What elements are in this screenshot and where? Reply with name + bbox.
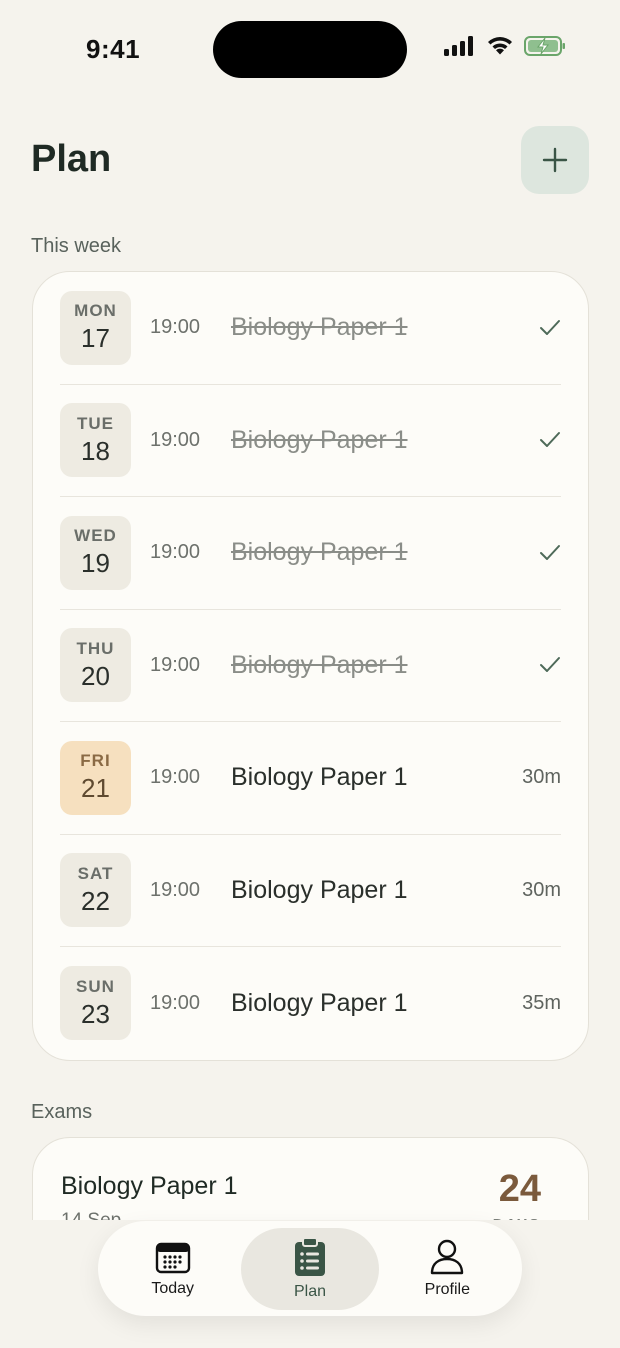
date-badge: WED 19 — [60, 515, 131, 590]
nav-today-label: Today — [151, 1279, 195, 1297]
status-time: 9:41 — [86, 34, 141, 64]
date-weekday: SUN — [76, 976, 115, 996]
status-icons — [444, 36, 566, 56]
battery-charging-icon — [524, 36, 565, 56]
date-day: 19 — [81, 548, 110, 579]
date-day: 17 — [81, 323, 110, 354]
date-day: 18 — [81, 435, 110, 466]
session-title: Biology Paper 1 — [231, 763, 408, 792]
session-duration: 30m — [522, 878, 561, 901]
exam-title: Biology Paper 1 — [61, 1172, 238, 1200]
check-icon — [511, 656, 561, 674]
plus-icon — [542, 147, 568, 173]
page-title: Plan — [31, 138, 112, 180]
week-card: MON 17 19:00 Biology Paper 1 TUE 18 19:0… — [32, 271, 589, 1061]
session-title: Biology Paper 1 — [231, 988, 408, 1017]
session-duration: 30m — [522, 766, 561, 789]
date-badge: SAT 22 — [60, 853, 131, 928]
date-day: 23 — [81, 998, 110, 1029]
session-time: 19:00 — [150, 541, 201, 564]
date-weekday: THU — [76, 638, 115, 658]
nav-profile-label: Profile — [424, 1280, 470, 1298]
session-title: Biology Paper 1 — [231, 538, 408, 567]
check-icon — [511, 431, 561, 449]
plan-row[interactable]: SUN 23 19:00 Biology Paper 1 35m — [60, 947, 561, 1060]
session-time: 19:00 — [150, 428, 201, 451]
calendar-icon — [155, 1242, 190, 1273]
cellular-signal-icon — [444, 36, 473, 56]
session-time: 19:00 — [150, 766, 201, 789]
date-badge-today: FRI 21 — [60, 740, 131, 815]
plan-row[interactable]: SAT 22 19:00 Biology Paper 1 30m — [60, 835, 561, 947]
date-weekday: TUE — [77, 413, 114, 433]
bottom-nav: Today Plan Profile — [98, 1221, 522, 1316]
date-weekday: WED — [74, 526, 117, 546]
plan-row[interactable]: TUE 18 19:00 Biology Paper 1 — [60, 385, 561, 497]
plan-row[interactable]: FRI 21 19:00 Biology Paper 1 30m — [60, 722, 561, 835]
exam-days-count: 24 — [498, 1168, 541, 1210]
section-label-exams: Exams — [31, 1101, 93, 1123]
date-badge: THU 20 — [60, 628, 131, 703]
dynamic-island — [213, 21, 407, 78]
date-weekday: FRI — [80, 751, 111, 771]
date-badge: SUN 23 — [60, 966, 131, 1041]
plan-row[interactable]: THU 20 19:00 Biology Paper 1 — [60, 610, 561, 722]
date-day: 22 — [81, 885, 110, 916]
session-duration: 35m — [522, 991, 561, 1014]
date-badge: MON 17 — [60, 290, 131, 365]
nav-profile[interactable]: Profile — [379, 1228, 516, 1310]
date-weekday: SAT — [77, 863, 114, 883]
plan-row[interactable]: MON 17 19:00 Biology Paper 1 — [60, 272, 561, 385]
check-icon — [511, 544, 561, 562]
session-time: 19:00 — [150, 878, 201, 901]
nav-today[interactable]: Today — [104, 1228, 241, 1310]
session-title: Biology Paper 1 — [231, 650, 408, 679]
nav-plan-label: Plan — [293, 1282, 326, 1300]
date-badge: TUE 18 — [60, 403, 131, 478]
date-day: 20 — [81, 660, 110, 691]
session-title: Biology Paper 1 — [231, 875, 408, 904]
plan-row[interactable]: WED 19 19:00 Biology Paper 1 — [60, 497, 561, 610]
status-bar: 9:41 — [0, 0, 620, 100]
wifi-icon — [488, 37, 512, 55]
session-title: Biology Paper 1 — [231, 313, 408, 342]
section-label-this-week: This week — [31, 235, 122, 257]
check-icon — [511, 319, 561, 337]
session-time: 19:00 — [150, 991, 201, 1014]
nav-plan[interactable]: Plan — [241, 1227, 379, 1310]
user-icon — [431, 1239, 464, 1274]
session-time: 19:00 — [150, 316, 201, 339]
session-title: Biology Paper 1 — [231, 425, 408, 454]
date-weekday: MON — [74, 301, 117, 321]
clipboard-list-icon — [294, 1236, 325, 1276]
session-time: 19:00 — [150, 653, 201, 676]
date-day: 21 — [81, 773, 110, 804]
add-button[interactable] — [521, 126, 589, 194]
